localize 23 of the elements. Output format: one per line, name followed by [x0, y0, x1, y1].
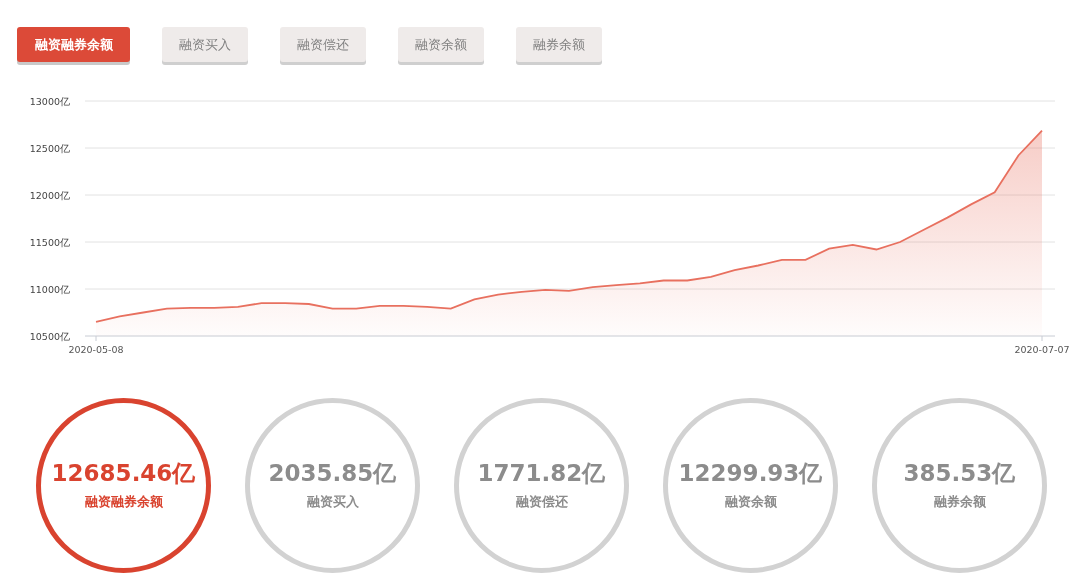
- tab[interactable]: 融资买入: [162, 27, 248, 62]
- y-axis-label: 11500亿: [29, 237, 70, 248]
- y-axis-label: 13000亿: [29, 96, 70, 107]
- stat-label: 融资余额: [724, 493, 777, 512]
- stat-value: 2035.85亿: [268, 459, 397, 489]
- stat-value: 12299.93亿: [678, 459, 823, 489]
- tab[interactable]: 融资余额: [398, 27, 484, 62]
- stat-label: 融资融券余额: [84, 493, 163, 512]
- x-axis-label: 2020-07-07: [1014, 344, 1070, 355]
- tab[interactable]: 融资融券余额: [17, 27, 130, 62]
- x-axis-label: 2020-05-08: [68, 344, 124, 355]
- tab[interactable]: 融资偿还: [280, 27, 366, 62]
- tab[interactable]: 融券余额: [516, 27, 602, 62]
- stat-value: 385.53亿: [903, 459, 1016, 489]
- y-axis-label: 12500亿: [29, 143, 70, 154]
- stat-value: 1771.82亿: [477, 459, 606, 489]
- y-axis-label: 12000亿: [29, 190, 70, 201]
- stat-label: 融券余额: [933, 493, 986, 512]
- y-axis-label: 11000亿: [29, 284, 70, 295]
- y-axis-label: 10500亿: [29, 331, 70, 342]
- stat-label: 融资偿还: [515, 493, 568, 512]
- stat-label: 融资买入: [306, 493, 359, 512]
- stat-value: 12685.46亿: [51, 459, 196, 489]
